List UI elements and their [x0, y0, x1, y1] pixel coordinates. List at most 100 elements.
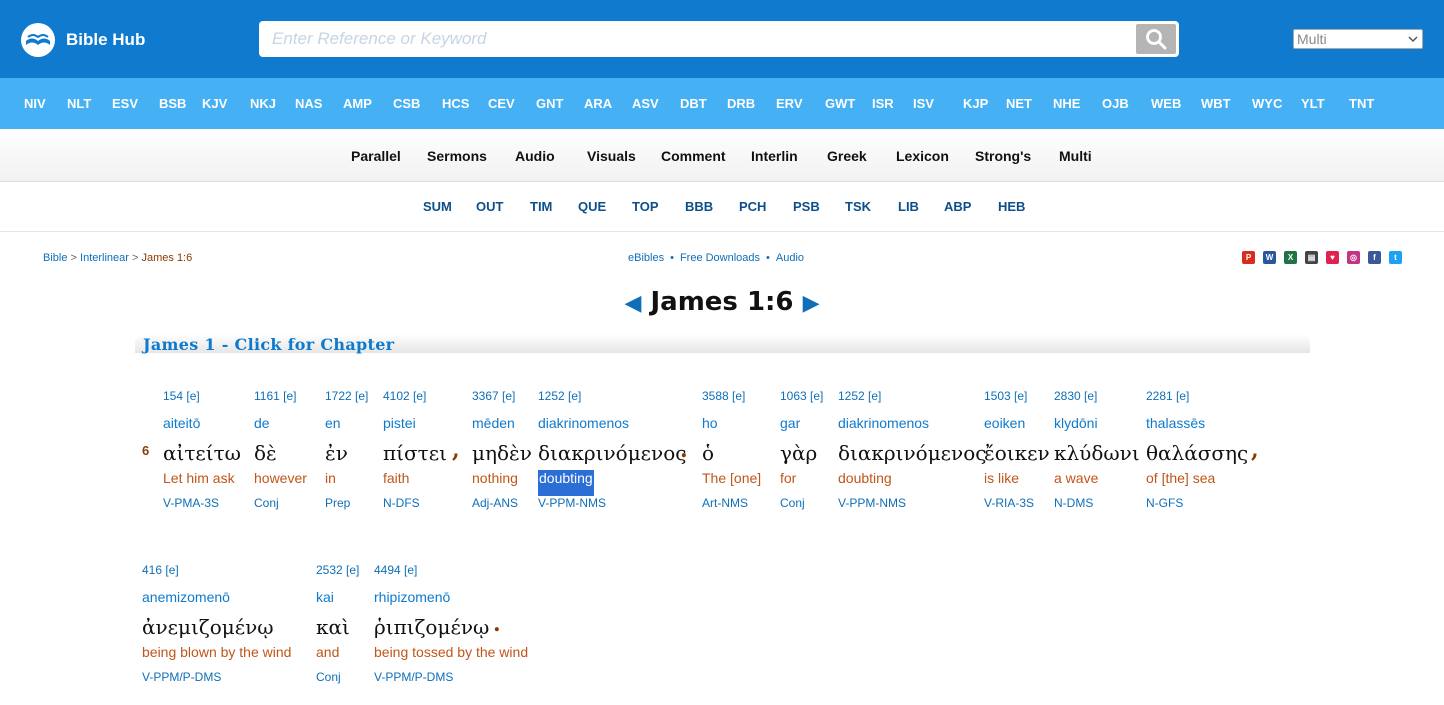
- version-link-wbt[interactable]: WBT: [1201, 96, 1252, 111]
- nav-lexicon[interactable]: Lexicon: [896, 148, 949, 164]
- nav-comment[interactable]: Comment: [661, 148, 726, 164]
- transliteration-link[interactable]: klydōni: [1054, 415, 1140, 441]
- resource-bbb[interactable]: BBB: [685, 199, 713, 214]
- strongs-number-link[interactable]: 1161 [e]: [254, 389, 307, 415]
- version-link-esv[interactable]: ESV: [112, 96, 159, 111]
- print-icon[interactable]: ▤: [1305, 251, 1318, 264]
- word-icon[interactable]: W: [1263, 251, 1276, 264]
- breadcrumb-bible[interactable]: Bible: [43, 252, 67, 264]
- version-link-kjp[interactable]: KJP: [963, 96, 1006, 111]
- transliteration-link[interactable]: mēden: [472, 415, 532, 441]
- version-link-isr[interactable]: ISR: [872, 96, 913, 111]
- version-link-bsb[interactable]: BSB: [159, 96, 202, 111]
- version-link-gnt[interactable]: GNT: [536, 96, 584, 111]
- strongs-number-link[interactable]: 154 [e]: [163, 389, 241, 415]
- version-link-erv[interactable]: ERV: [776, 96, 825, 111]
- nav-multi[interactable]: Multi: [1059, 148, 1092, 164]
- transliteration-link[interactable]: eoiken: [984, 415, 1050, 441]
- resource-tsk[interactable]: TSK: [845, 199, 871, 214]
- resource-pch[interactable]: PCH: [739, 199, 766, 214]
- version-link-amp[interactable]: AMP: [343, 96, 393, 111]
- next-verse-arrow-icon[interactable]: ▶: [803, 291, 820, 316]
- strongs-number-link[interactable]: 1503 [e]: [984, 389, 1050, 415]
- instagram-icon[interactable]: ◎: [1347, 251, 1360, 264]
- version-link-nas[interactable]: NAS: [295, 96, 343, 111]
- version-link-kjv[interactable]: KJV: [202, 96, 250, 111]
- transliteration-link[interactable]: rhipizomenō: [374, 589, 528, 615]
- version-link-cev[interactable]: CEV: [488, 96, 536, 111]
- version-link-gwt[interactable]: GWT: [825, 96, 872, 111]
- verse-number[interactable]: 6: [142, 443, 149, 458]
- parsing-code-link[interactable]: N-DFS: [383, 496, 447, 510]
- resource-abp[interactable]: ABP: [944, 199, 971, 214]
- version-link-nlt[interactable]: NLT: [67, 96, 112, 111]
- version-link-nkj[interactable]: NKJ: [250, 96, 295, 111]
- transliteration-link[interactable]: diakrinomenos: [538, 415, 686, 441]
- nav-visuals[interactable]: Visuals: [587, 148, 636, 164]
- version-link-csb[interactable]: CSB: [393, 96, 442, 111]
- strongs-number-link[interactable]: 2532 [e]: [316, 563, 359, 589]
- strongs-number-link[interactable]: 3588 [e]: [702, 389, 761, 415]
- parsing-code-link[interactable]: V-PPM/P-DMS: [374, 670, 528, 684]
- facebook-icon[interactable]: f: [1368, 251, 1381, 264]
- version-link-isv[interactable]: ISV: [913, 96, 963, 111]
- resource-tim[interactable]: TIM: [530, 199, 552, 214]
- transliteration-link[interactable]: de: [254, 415, 307, 441]
- parsing-code-link[interactable]: V-PMA-3S: [163, 496, 241, 510]
- version-link-dbt[interactable]: DBT: [680, 96, 727, 111]
- twitter-icon[interactable]: t: [1389, 251, 1402, 264]
- nav-audio[interactable]: Audio: [515, 148, 555, 164]
- excel-icon[interactable]: X: [1284, 251, 1297, 264]
- parsing-code-link[interactable]: Conj: [780, 496, 823, 510]
- nav-sermons[interactable]: Sermons: [427, 148, 487, 164]
- search-button[interactable]: [1136, 24, 1176, 54]
- strongs-number-link[interactable]: 3367 [e]: [472, 389, 532, 415]
- strongs-number-link[interactable]: 2281 [e]: [1146, 389, 1248, 415]
- version-link-net[interactable]: NET: [1006, 96, 1053, 111]
- parsing-code-link[interactable]: Conj: [316, 670, 359, 684]
- resource-psb[interactable]: PSB: [793, 199, 820, 214]
- transliteration-link[interactable]: en: [325, 415, 368, 441]
- resource-top[interactable]: TOP: [632, 199, 659, 214]
- free-downloads-link[interactable]: Free Downloads: [680, 252, 760, 264]
- parsing-code-link[interactable]: Adj-ANS: [472, 496, 532, 510]
- version-link-niv[interactable]: NIV: [24, 96, 67, 111]
- audio-link[interactable]: Audio: [776, 252, 804, 264]
- strongs-number-link[interactable]: 1063 [e]: [780, 389, 823, 415]
- parsing-code-link[interactable]: N-DMS: [1054, 496, 1140, 510]
- version-link-tnt[interactable]: TNT: [1349, 96, 1389, 111]
- version-link-web[interactable]: WEB: [1151, 96, 1201, 111]
- strongs-number-link[interactable]: 2830 [e]: [1054, 389, 1140, 415]
- transliteration-link[interactable]: gar: [780, 415, 823, 441]
- strongs-number-link[interactable]: 1722 [e]: [325, 389, 368, 415]
- transliteration-link[interactable]: anemizomenō: [142, 589, 291, 615]
- version-link-ylt[interactable]: YLT: [1301, 96, 1349, 111]
- prev-verse-arrow-icon[interactable]: ◀: [624, 291, 641, 316]
- breadcrumb-interlinear[interactable]: Interlinear: [80, 252, 129, 264]
- version-link-asv[interactable]: ASV: [632, 96, 680, 111]
- strongs-number-link[interactable]: 416 [e]: [142, 563, 291, 589]
- parsing-code-link[interactable]: V-RIA-3S: [984, 496, 1050, 510]
- resource-lib[interactable]: LIB: [898, 199, 919, 214]
- transliteration-link[interactable]: aiteitō: [163, 415, 241, 441]
- strongs-number-link[interactable]: 1252 [e]: [838, 389, 986, 415]
- version-link-drb[interactable]: DRB: [727, 96, 776, 111]
- resource-que[interactable]: QUE: [578, 199, 606, 214]
- pdf-icon[interactable]: P: [1242, 251, 1255, 264]
- version-link-nhe[interactable]: NHE: [1053, 96, 1102, 111]
- transliteration-link[interactable]: thalassēs: [1146, 415, 1248, 441]
- strongs-number-link[interactable]: 4494 [e]: [374, 563, 528, 589]
- pocket-icon[interactable]: ♥: [1326, 251, 1339, 264]
- transliteration-link[interactable]: kai: [316, 589, 359, 615]
- version-link-wyc[interactable]: WYC: [1252, 96, 1301, 111]
- parsing-code-link[interactable]: Conj: [254, 496, 307, 510]
- transliteration-link[interactable]: diakrinomenos: [838, 415, 986, 441]
- nav-parallel[interactable]: Parallel: [351, 148, 401, 164]
- resource-sum[interactable]: SUM: [423, 199, 452, 214]
- nav-interlin[interactable]: Interlin: [751, 148, 798, 164]
- transliteration-link[interactable]: pistei: [383, 415, 447, 441]
- chapter-link[interactable]: James 1 - Click for Chapter: [143, 335, 394, 354]
- resource-heb[interactable]: HEB: [998, 199, 1025, 214]
- nav-strongs[interactable]: Strong's: [975, 148, 1031, 164]
- strongs-number-link[interactable]: 1252 [e]: [538, 389, 686, 415]
